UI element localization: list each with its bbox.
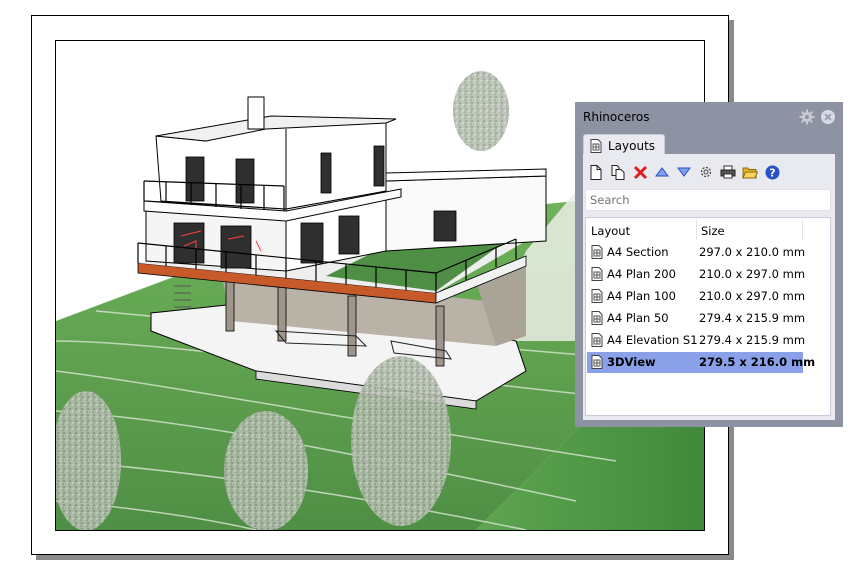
layout-row[interactable]: A4 Elevation S1 279.4 x 215.9 mm — [587, 330, 806, 351]
rhinoceros-panel: Rhinoceros Layouts ? Search Layout Size … — [575, 102, 843, 427]
layout-name: A4 Plan 50 — [607, 311, 669, 325]
layout-page-icon — [591, 289, 603, 303]
layout-row[interactable]: 3DView 279.5 x 216.0 mm — [587, 352, 815, 373]
close-icon[interactable] — [821, 110, 835, 124]
printer-icon — [720, 165, 736, 179]
panel-title: Rhinoceros — [583, 110, 650, 124]
column-divider[interactable] — [802, 220, 803, 240]
column-header-size[interactable]: Size — [701, 224, 725, 238]
tree — [224, 411, 308, 530]
layouts-toolbar: ? — [587, 162, 827, 182]
copy-page-icon — [611, 164, 625, 180]
move-down-button[interactable] — [675, 163, 693, 181]
chimney — [247, 96, 265, 130]
annex-block — [385, 175, 547, 252]
layout-size: 210.0 x 297.0 mm — [699, 267, 806, 281]
move-up-button[interactable] — [653, 163, 671, 181]
layout-page-icon — [591, 311, 603, 325]
layout-row[interactable]: A4 Plan 50 279.4 x 215.9 mm — [587, 308, 806, 329]
layout-row[interactable]: A4 Section 297.0 x 210.0 mm — [587, 242, 806, 263]
triangle-up-icon — [655, 167, 669, 177]
list-header: Layout Size — [586, 218, 830, 242]
layout-size: 279.4 x 215.9 mm — [699, 311, 806, 325]
tab-label: Layouts — [608, 139, 656, 153]
open-button[interactable] — [741, 163, 759, 181]
layout-name: A4 Plan 100 — [607, 289, 676, 303]
layouts-panel-body: ? Layout Size A4 Section 297.0 x 210.0 m… — [583, 154, 835, 420]
print-button[interactable] — [719, 163, 737, 181]
new-page-icon — [590, 164, 602, 180]
layout-page-icon — [590, 139, 602, 153]
tree — [351, 356, 451, 526]
layout-size: 210.0 x 297.0 mm — [699, 289, 806, 303]
tree — [453, 71, 509, 151]
layout-page-icon — [591, 333, 603, 347]
help-icon: ? — [765, 165, 779, 179]
layout-name: A4 Plan 200 — [607, 267, 676, 281]
layout-page-icon — [591, 355, 603, 369]
column-header-layout[interactable]: Layout — [591, 224, 630, 238]
layout-name: A4 Elevation S1 — [607, 333, 698, 347]
copy-layout-button[interactable] — [609, 163, 627, 181]
new-layout-button[interactable] — [587, 163, 605, 181]
layout-size: 297.0 x 210.0 mm — [699, 245, 806, 259]
layout-row[interactable]: A4 Plan 100 210.0 x 297.0 mm — [587, 286, 806, 307]
properties-button[interactable] — [697, 163, 715, 181]
layout-page-icon — [591, 245, 603, 259]
layout-name: 3DView — [607, 355, 656, 369]
layout-size: 279.4 x 215.9 mm — [699, 333, 806, 347]
layouts-list: Layout Size A4 Section 297.0 x 210.0 mm … — [585, 217, 831, 416]
search-input[interactable] — [585, 189, 831, 211]
triangle-down-icon — [677, 167, 691, 177]
help-button[interactable]: ? — [763, 163, 781, 181]
column-divider[interactable] — [696, 220, 697, 240]
layout-row[interactable]: A4 Plan 200 210.0 x 297.0 mm — [587, 264, 806, 285]
delete-icon — [633, 165, 647, 179]
layout-name: A4 Section — [607, 245, 669, 259]
gear-icon — [700, 166, 712, 178]
folder-icon — [742, 167, 758, 178]
svg-text:?: ? — [769, 166, 775, 179]
layout-page-icon — [591, 267, 603, 281]
gear-icon[interactable] — [799, 109, 815, 125]
layout-size: 279.5 x 216.0 mm — [699, 355, 816, 369]
delete-layout-button[interactable] — [631, 163, 649, 181]
